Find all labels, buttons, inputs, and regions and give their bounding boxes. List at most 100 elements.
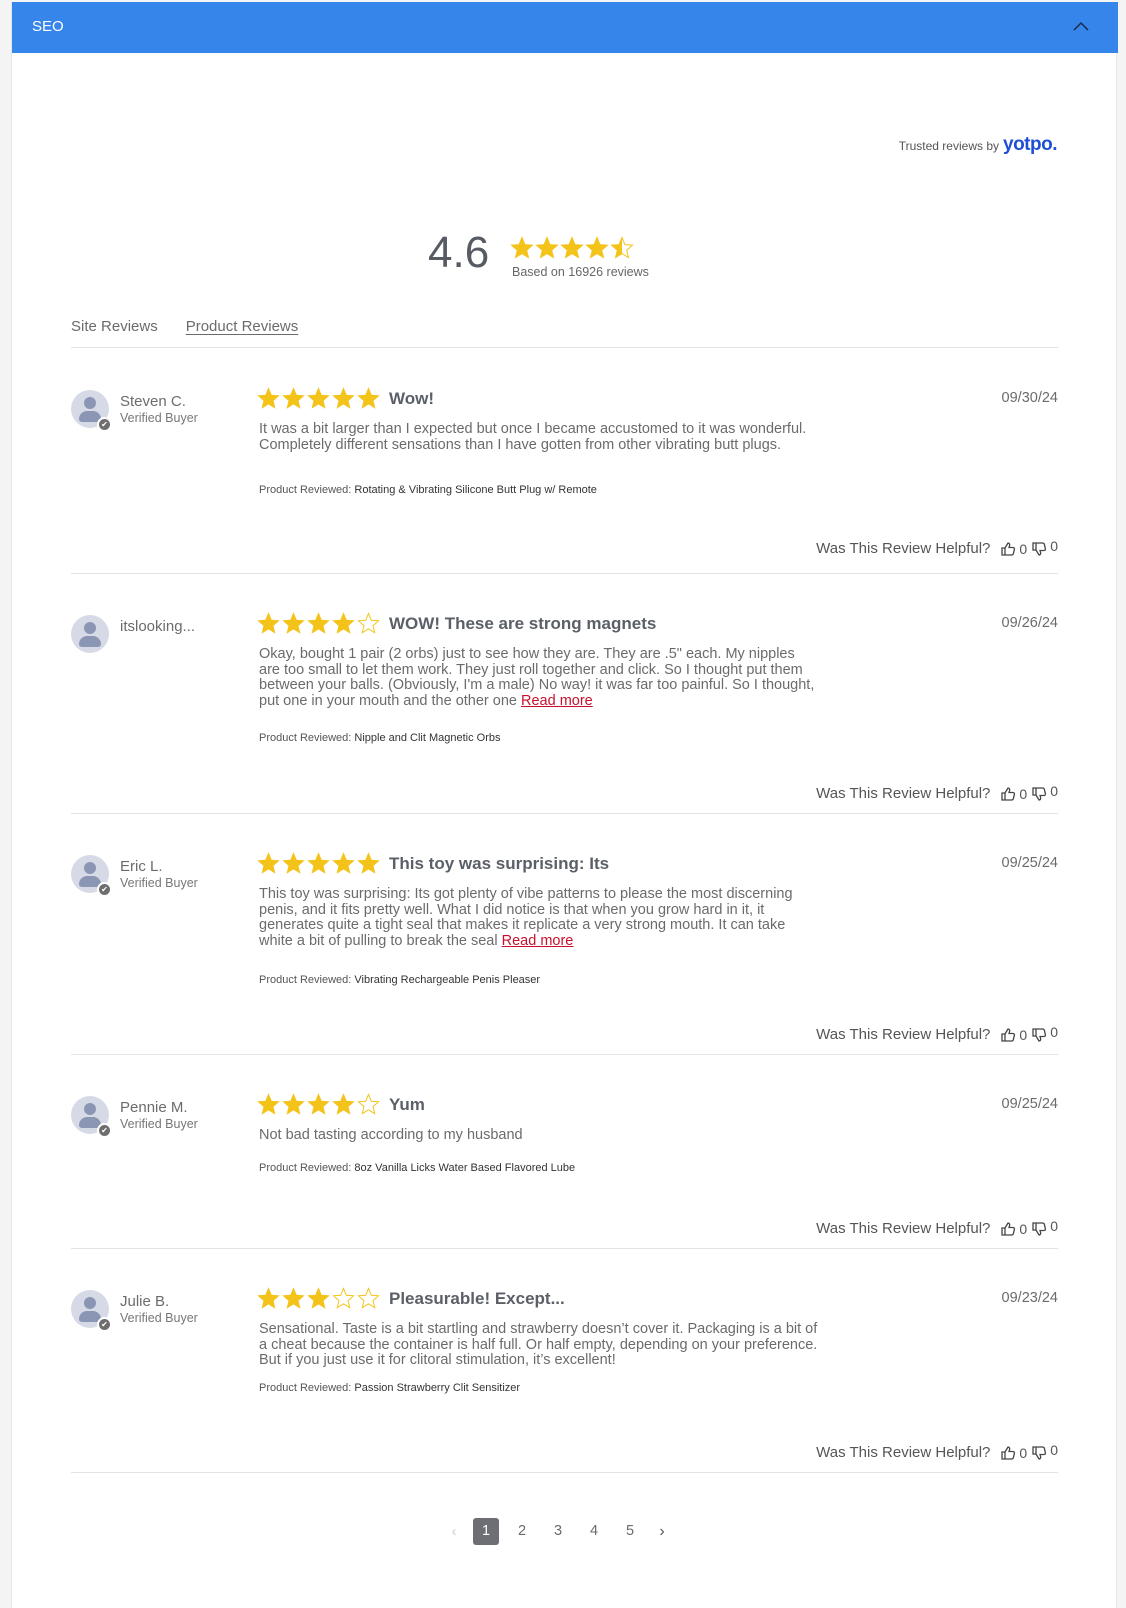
- verified-check-icon: ✔: [97, 1317, 112, 1332]
- product-name[interactable]: Nipple and Clit Magnetic Orbs: [354, 732, 500, 744]
- review-body: Sensational. Taste is a bit startling an…: [259, 1321, 819, 1369]
- reviewer-name: Julie B.: [120, 1293, 170, 1310]
- page-2-button[interactable]: 2: [504, 1518, 540, 1545]
- star-filled-icon: [282, 612, 305, 634]
- product-reviewed: Product Reviewed: Nipple and Clit Magnet…: [259, 732, 501, 744]
- thumbs-up-button[interactable]: 0: [1000, 541, 1027, 557]
- product-reviewed-label: Product Reviewed:: [259, 974, 352, 986]
- star-filled-icon: [332, 612, 355, 634]
- review-stars: [257, 387, 380, 410]
- tab-product-reviews[interactable]: Product Reviews: [186, 318, 299, 335]
- thumbs-up-button[interactable]: 0: [1000, 1221, 1027, 1237]
- review-text: Not bad tasting according to my husband: [259, 1127, 523, 1143]
- review-divider: [71, 1248, 1058, 1249]
- tab-site-reviews[interactable]: Site Reviews: [71, 318, 158, 335]
- helpful-votes: Was This Review Helpful? 0 0: [816, 1218, 1058, 1238]
- page-3-button[interactable]: 3: [540, 1518, 576, 1545]
- thumbs-up-icon: [1001, 1027, 1016, 1042]
- chevron-left-icon[interactable]: ‹: [440, 1524, 468, 1540]
- product-reviewed: Product Reviewed: Passion Strawberry Cli…: [259, 1382, 520, 1394]
- thumbs-down-button[interactable]: 0: [1031, 1441, 1058, 1461]
- trusted-reviews-badge[interactable]: Trusted reviews by yotpo.: [899, 134, 1058, 156]
- star-filled-icon: [357, 387, 380, 409]
- page-5-button[interactable]: 5: [612, 1518, 648, 1545]
- read-more-link[interactable]: Read more: [502, 933, 574, 949]
- product-name[interactable]: Passion Strawberry Clit Sensitizer: [354, 1382, 520, 1394]
- star-empty-icon: [357, 1287, 380, 1309]
- product-name[interactable]: Vibrating Rechargeable Penis Pleaser: [354, 974, 540, 986]
- reviewer-name: itslooking...: [120, 618, 196, 635]
- star-filled-icon: [357, 852, 380, 874]
- star-filled-icon: [307, 1093, 330, 1115]
- read-more-link[interactable]: Read more: [521, 693, 593, 709]
- review-stars: [257, 1093, 380, 1116]
- reviewer-name: Eric L.: [120, 858, 163, 875]
- thumbs-down-button[interactable]: 0: [1031, 1024, 1058, 1043]
- review-divider: [71, 1472, 1058, 1473]
- star-empty-icon: [332, 1287, 355, 1309]
- reviews-widget: SEO Trusted reviews by yotpo. 4.6 Based …: [11, 2, 1118, 1608]
- star-filled-icon: [535, 236, 559, 259]
- thumbs-down-button[interactable]: 0: [1031, 537, 1058, 557]
- seo-header-title: SEO: [32, 18, 64, 35]
- thumbs-up-icon: [1001, 541, 1016, 556]
- review-count: Based on 16926 reviews: [512, 265, 649, 279]
- review-body: This toy was surprising: Its got plenty …: [259, 886, 819, 949]
- star-filled-icon: [257, 387, 280, 409]
- product-reviewed-label: Product Reviewed:: [259, 1162, 352, 1174]
- star-filled-icon: [257, 1287, 280, 1309]
- average-rating: 4.6: [428, 228, 490, 277]
- thumbs-up-button[interactable]: 0: [1000, 786, 1027, 802]
- review-date: 09/23/24: [1001, 1290, 1058, 1306]
- chevron-up-icon[interactable]: [1072, 18, 1090, 36]
- review-stars: [257, 612, 380, 635]
- page-4-button[interactable]: 4: [576, 1518, 612, 1545]
- thumbs-down-count: 0: [1050, 782, 1058, 799]
- review-stars: [257, 1287, 380, 1310]
- review-body: Okay, bought 1 pair (2 orbs) just to see…: [259, 646, 819, 709]
- thumbs-up-button[interactable]: 0: [1000, 1445, 1027, 1461]
- star-half-icon: [610, 236, 634, 259]
- helpful-question: Was This Review Helpful?: [816, 785, 991, 802]
- thumbs-down-button[interactable]: 0: [1031, 1218, 1058, 1237]
- avatar: ✔: [71, 1290, 112, 1332]
- star-filled-icon: [560, 236, 584, 259]
- product-name[interactable]: Rotating & Vibrating Silicone Butt Plug …: [354, 484, 597, 496]
- review-tabs: Site Reviews Product Reviews: [71, 318, 298, 335]
- page-1-button[interactable]: 1: [473, 1518, 499, 1545]
- review-date: 09/26/24: [1001, 615, 1058, 631]
- verified-buyer-label: Verified Buyer: [120, 1117, 198, 1131]
- star-filled-icon: [282, 1093, 305, 1115]
- thumbs-up-button[interactable]: 0: [1000, 1027, 1027, 1043]
- thumbs-up-count: 0: [1019, 1026, 1028, 1043]
- verified-buyer-label: Verified Buyer: [120, 876, 198, 890]
- yotpo-logo: yotpo.: [1003, 134, 1058, 155]
- thumbs-up-count: 0: [1019, 1444, 1028, 1461]
- thumbs-down-icon: [1032, 786, 1047, 801]
- helpful-votes: Was This Review Helpful? 0 0: [816, 537, 1058, 558]
- tabs-divider: [71, 347, 1058, 348]
- review-date: 09/25/24: [1001, 855, 1058, 871]
- chevron-right-icon[interactable]: ›: [648, 1523, 676, 1541]
- thumbs-up-count: 0: [1019, 785, 1028, 802]
- review-text: Sensational. Taste is a bit startling an…: [259, 1321, 818, 1368]
- thumbs-down-count: 0: [1050, 1441, 1058, 1458]
- thumbs-up-count: 0: [1019, 1220, 1028, 1237]
- seo-header-bar[interactable]: SEO: [12, 2, 1118, 53]
- helpful-votes: Was This Review Helpful? 0 0: [816, 1441, 1058, 1462]
- avatar-head: [84, 397, 96, 409]
- star-filled-icon: [332, 1093, 355, 1115]
- thumbs-down-count: 0: [1050, 537, 1058, 554]
- review-divider: [71, 813, 1058, 814]
- thumbs-down-button[interactable]: 0: [1031, 782, 1058, 802]
- star-filled-icon: [282, 387, 305, 409]
- review-text: It was a bit larger than I expected but …: [259, 421, 807, 453]
- product-reviewed-label: Product Reviewed:: [259, 732, 352, 744]
- review-divider: [71, 1054, 1058, 1055]
- product-reviewed-label: Product Reviewed:: [259, 1382, 352, 1394]
- star-filled-icon: [257, 852, 280, 874]
- review-stars: [257, 852, 380, 875]
- product-name[interactable]: 8oz Vanilla Licks Water Based Flavored L…: [354, 1162, 575, 1174]
- thumbs-down-icon: [1032, 1221, 1047, 1236]
- helpful-question: Was This Review Helpful?: [816, 1026, 991, 1043]
